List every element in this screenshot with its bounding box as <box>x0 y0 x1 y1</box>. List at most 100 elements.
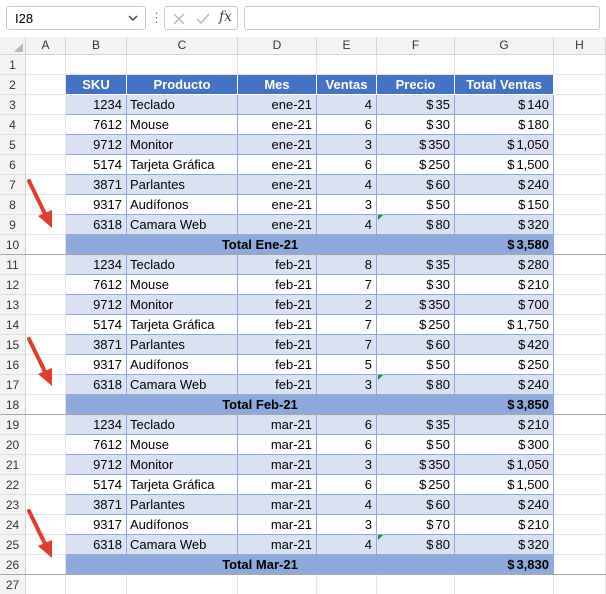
ventas-cell[interactable]: 7 <box>317 275 377 295</box>
total-ventas-cell[interactable]: $250 <box>455 355 554 375</box>
row-header-25[interactable]: 25 <box>0 535 26 555</box>
empty-cell[interactable] <box>127 55 238 75</box>
empty-cell[interactable] <box>554 155 606 175</box>
row-header-24[interactable]: 24 <box>0 515 26 535</box>
empty-cell[interactable] <box>554 135 606 155</box>
mes-cell[interactable]: ene-21 <box>238 155 317 175</box>
precio-cell[interactable]: $35 <box>377 415 455 435</box>
column-header-d[interactable]: D <box>238 37 317 55</box>
mes-cell[interactable]: mar-21 <box>238 495 317 515</box>
row-header-9[interactable]: 9 <box>0 215 26 235</box>
row-header-8[interactable]: 8 <box>0 195 26 215</box>
ventas-cell[interactable]: 6 <box>317 435 377 455</box>
total-ventas-cell[interactable]: $240 <box>455 375 554 395</box>
empty-cell[interactable] <box>554 375 606 395</box>
empty-cell[interactable] <box>26 275 66 295</box>
precio-cell[interactable]: $50 <box>377 435 455 455</box>
row-header-11[interactable]: 11 <box>0 255 26 275</box>
row-header-26[interactable]: 26 <box>0 555 26 575</box>
empty-cell[interactable] <box>26 75 66 95</box>
precio-cell[interactable]: $350 <box>377 135 455 155</box>
column-header-f[interactable]: F <box>377 37 455 55</box>
empty-cell[interactable] <box>554 515 606 535</box>
row-header-17[interactable]: 17 <box>0 375 26 395</box>
precio-cell[interactable]: $80 <box>377 375 455 395</box>
row-header-27[interactable]: 27 <box>0 575 26 594</box>
producto-cell[interactable]: Audífonos <box>127 515 238 535</box>
total-ventas-cell[interactable]: $320 <box>455 215 554 235</box>
column-header-b[interactable]: B <box>66 37 127 55</box>
precio-cell[interactable]: $80 <box>377 535 455 555</box>
column-header-a[interactable]: A <box>26 37 66 55</box>
producto-cell[interactable]: Teclado <box>127 95 238 115</box>
precio-cell[interactable]: $350 <box>377 295 455 315</box>
ventas-cell[interactable]: 5 <box>317 355 377 375</box>
empty-cell[interactable] <box>554 535 606 555</box>
column-header-e[interactable]: E <box>317 37 377 55</box>
mes-cell[interactable]: feb-21 <box>238 275 317 295</box>
sku-cell[interactable]: 3871 <box>66 335 127 355</box>
empty-cell[interactable] <box>26 135 66 155</box>
empty-cell[interactable] <box>554 575 606 594</box>
mes-cell[interactable]: ene-21 <box>238 195 317 215</box>
row-header-14[interactable]: 14 <box>0 315 26 335</box>
total-ventas-cell[interactable]: $420 <box>455 335 554 355</box>
total-ventas-cell[interactable]: $320 <box>455 535 554 555</box>
total-ventas-cell[interactable]: $240 <box>455 175 554 195</box>
row-header-21[interactable]: 21 <box>0 455 26 475</box>
empty-cell[interactable] <box>554 95 606 115</box>
subtotal-value[interactable]: $3,580 <box>455 235 554 255</box>
cancel-icon[interactable] <box>171 11 187 27</box>
total-ventas-cell[interactable]: $210 <box>455 415 554 435</box>
mes-cell[interactable]: feb-21 <box>238 355 317 375</box>
row-header-13[interactable]: 13 <box>0 295 26 315</box>
empty-cell[interactable] <box>554 435 606 455</box>
sku-cell[interactable]: 9317 <box>66 195 127 215</box>
more-options-icon[interactable]: ⋮ <box>150 9 163 27</box>
empty-cell[interactable] <box>26 255 66 275</box>
total-ventas-cell[interactable]: $1,750 <box>455 315 554 335</box>
empty-cell[interactable] <box>26 95 66 115</box>
table-header-precio[interactable]: Precio <box>377 75 455 95</box>
column-header-g[interactable]: G <box>455 37 554 55</box>
empty-cell[interactable] <box>554 495 606 515</box>
producto-cell[interactable]: Mouse <box>127 275 238 295</box>
row-header-19[interactable]: 19 <box>0 415 26 435</box>
row-header-1[interactable]: 1 <box>0 55 26 75</box>
mes-cell[interactable]: ene-21 <box>238 215 317 235</box>
producto-cell[interactable]: Tarjeta Gráfica <box>127 475 238 495</box>
sku-cell[interactable]: 3871 <box>66 495 127 515</box>
mes-cell[interactable]: feb-21 <box>238 315 317 335</box>
row-header-22[interactable]: 22 <box>0 475 26 495</box>
total-ventas-cell[interactable]: $1,500 <box>455 475 554 495</box>
empty-cell[interactable] <box>26 475 66 495</box>
subtotal-label[interactable]: Total Feb-21 <box>66 395 455 415</box>
total-ventas-cell[interactable]: $1,050 <box>455 455 554 475</box>
producto-cell[interactable]: Mouse <box>127 435 238 455</box>
sku-cell[interactable]: 5174 <box>66 475 127 495</box>
empty-cell[interactable] <box>26 155 66 175</box>
ventas-cell[interactable]: 8 <box>317 255 377 275</box>
subtotal-label[interactable]: Total Ene-21 <box>66 235 455 255</box>
formula-input[interactable] <box>244 6 600 30</box>
table-header-total[interactable]: Total Ventas <box>455 75 554 95</box>
precio-cell[interactable]: $35 <box>377 95 455 115</box>
mes-cell[interactable]: feb-21 <box>238 255 317 275</box>
sku-cell[interactable]: 9317 <box>66 355 127 375</box>
row-header-20[interactable]: 20 <box>0 435 26 455</box>
precio-cell[interactable]: $30 <box>377 275 455 295</box>
producto-cell[interactable]: Teclado <box>127 255 238 275</box>
row-header-18[interactable]: 18 <box>0 395 26 415</box>
total-ventas-cell[interactable]: $1,050 <box>455 135 554 155</box>
empty-cell[interactable] <box>554 255 606 275</box>
total-ventas-cell[interactable]: $180 <box>455 115 554 135</box>
producto-cell[interactable]: Monitor <box>127 295 238 315</box>
total-ventas-cell[interactable]: $210 <box>455 275 554 295</box>
mes-cell[interactable]: mar-21 <box>238 435 317 455</box>
empty-cell[interactable] <box>554 175 606 195</box>
check-icon[interactable] <box>195 11 211 27</box>
precio-cell[interactable]: $350 <box>377 455 455 475</box>
empty-cell[interactable] <box>554 415 606 435</box>
producto-cell[interactable]: Camara Web <box>127 535 238 555</box>
precio-cell[interactable]: $250 <box>377 155 455 175</box>
